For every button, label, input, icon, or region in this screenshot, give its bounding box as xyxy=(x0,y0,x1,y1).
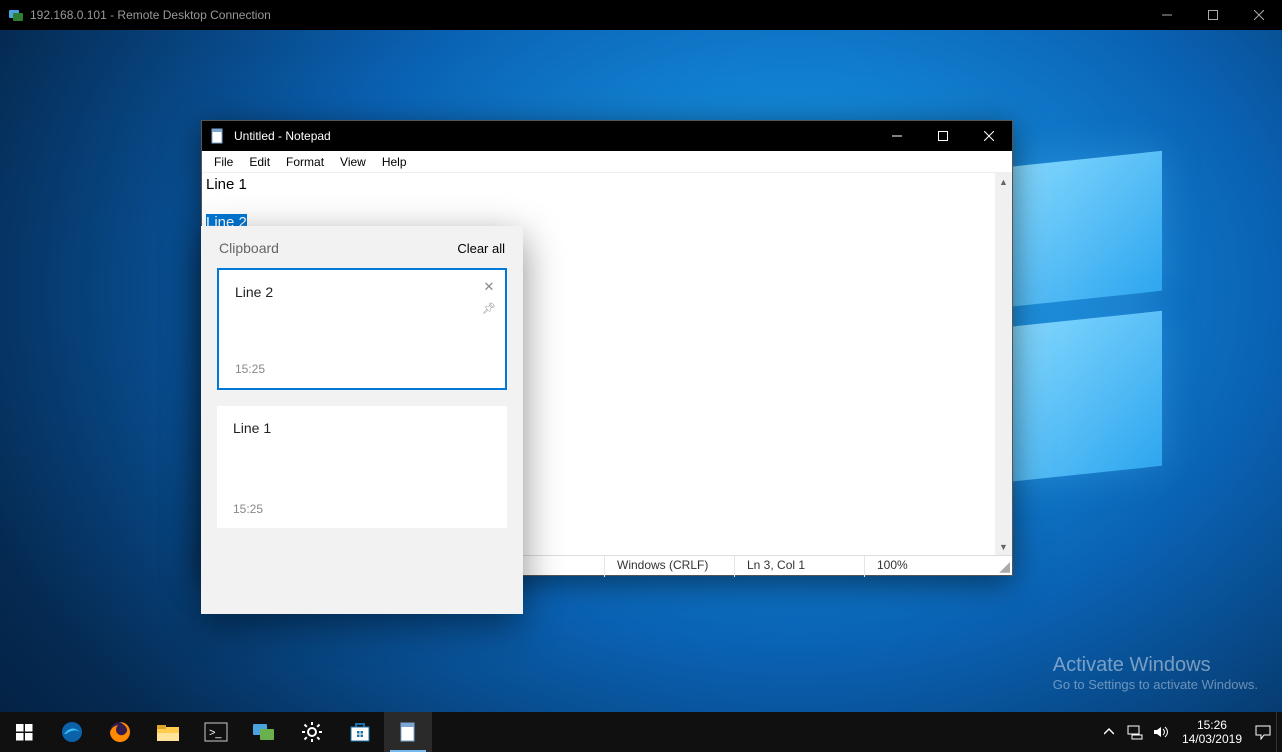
rdp-icon xyxy=(8,7,24,23)
notepad-minimize-button[interactable] xyxy=(874,121,920,151)
taskbar-terminal-icon[interactable]: >_ xyxy=(192,712,240,752)
rdp-minimize-button[interactable] xyxy=(1144,0,1190,30)
notepad-maximize-button[interactable] xyxy=(920,121,966,151)
resize-grip-icon[interactable]: ◢ xyxy=(994,556,1012,577)
tray-volume-icon[interactable] xyxy=(1148,712,1174,752)
clipboard-item-text: Line 1 xyxy=(233,420,491,436)
clipboard-item[interactable]: Line 2 15:25 ✕ 📌︎ xyxy=(217,268,507,390)
clipboard-item-text: Line 2 xyxy=(235,284,489,300)
menu-edit[interactable]: Edit xyxy=(241,153,278,171)
tray-clock[interactable]: 15:26 14/03/2019 xyxy=(1174,716,1250,748)
scroll-up-icon[interactable]: ▲ xyxy=(995,173,1012,190)
notepad-close-button[interactable] xyxy=(966,121,1012,151)
status-encoding: Windows (CRLF) xyxy=(604,556,734,577)
clipboard-item-pin-icon[interactable]: 📌︎ xyxy=(479,298,499,320)
taskbar-notepad-icon[interactable] xyxy=(384,712,432,752)
status-zoom: 100% xyxy=(864,556,994,577)
tray-action-center-icon[interactable] xyxy=(1250,712,1276,752)
taskbar[interactable]: >_ 15:26 14/03/2019 xyxy=(0,712,1282,752)
scroll-down-icon[interactable]: ▼ xyxy=(995,538,1012,555)
menu-help[interactable]: Help xyxy=(374,153,415,171)
svg-text:>_: >_ xyxy=(209,727,222,739)
tray-overflow-icon[interactable] xyxy=(1096,712,1122,752)
taskbar-edge-icon[interactable] xyxy=(48,712,96,752)
menu-file[interactable]: File xyxy=(206,153,241,171)
clipboard-panel[interactable]: Clipboard Clear all Line 2 15:25 ✕ 📌︎ Li… xyxy=(201,226,523,614)
remote-desktop: Activate Windows Go to Settings to activ… xyxy=(0,30,1282,712)
clipboard-clear-all-button[interactable]: Clear all xyxy=(457,241,505,256)
clipboard-item-time: 15:25 xyxy=(235,362,489,376)
menu-format[interactable]: Format xyxy=(278,153,332,171)
clipboard-item[interactable]: Line 1 15:25 xyxy=(217,406,507,528)
clipboard-item-delete-icon[interactable]: ✕ xyxy=(479,276,499,298)
menu-view[interactable]: View xyxy=(332,153,374,171)
taskbar-settings-icon[interactable] xyxy=(288,712,336,752)
system-tray: 15:26 14/03/2019 xyxy=(1096,712,1282,752)
notepad-menubar: File Edit Format View Help xyxy=(202,151,1012,173)
status-position: Ln 3, Col 1 xyxy=(734,556,864,577)
rdp-maximize-button[interactable] xyxy=(1190,0,1236,30)
tray-time: 15:26 xyxy=(1182,718,1242,732)
watermark-subtitle: Go to Settings to activate Windows. xyxy=(1053,677,1258,692)
taskbar-firefox-icon[interactable] xyxy=(96,712,144,752)
taskbar-remote-desktop-icon[interactable] xyxy=(240,712,288,752)
tray-network-icon[interactable] xyxy=(1122,712,1148,752)
notepad-icon xyxy=(208,126,228,146)
text-line-1: Line 1 xyxy=(206,176,247,193)
rdp-close-button[interactable] xyxy=(1236,0,1282,30)
activate-watermark: Activate Windows Go to Settings to activ… xyxy=(1053,654,1258,692)
taskbar-store-icon[interactable] xyxy=(336,712,384,752)
clipboard-title: Clipboard xyxy=(219,240,279,256)
clipboard-item-time: 15:25 xyxy=(233,502,491,516)
watermark-title: Activate Windows xyxy=(1053,654,1258,677)
taskbar-file-explorer-icon[interactable] xyxy=(144,712,192,752)
rdp-titlebar: 192.168.0.101 - Remote Desktop Connectio… xyxy=(0,0,1282,30)
start-button[interactable] xyxy=(0,712,48,752)
show-desktop-button[interactable] xyxy=(1276,712,1282,752)
rdp-title: 192.168.0.101 - Remote Desktop Connectio… xyxy=(30,8,1144,22)
notepad-scrollbar[interactable]: ▲ ▼ xyxy=(995,173,1012,555)
notepad-titlebar[interactable]: Untitled - Notepad xyxy=(202,121,1012,151)
notepad-title: Untitled - Notepad xyxy=(234,129,874,143)
tray-date: 14/03/2019 xyxy=(1182,732,1242,746)
